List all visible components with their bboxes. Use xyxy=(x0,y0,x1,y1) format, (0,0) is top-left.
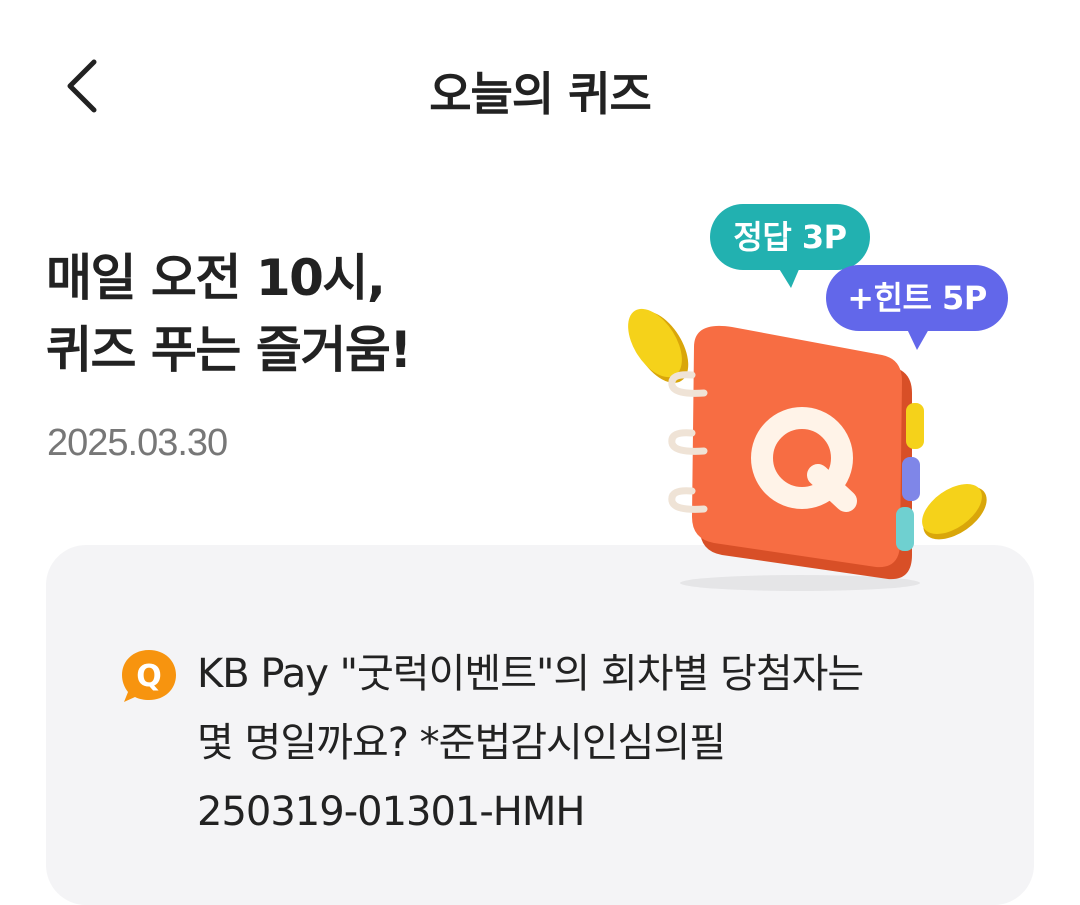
headline-line-2: 퀴즈 푸는 즐거움! xyxy=(46,321,412,379)
header: 오늘의 퀴즈 xyxy=(0,0,1080,170)
coin-left-icon xyxy=(628,308,689,383)
question-line-3: 250319-01301-HMH xyxy=(197,789,585,835)
question-line-2: 몇 명일까요? *준법감시인심의필 xyxy=(197,720,726,766)
question-q-letter: Q xyxy=(136,659,162,694)
coin-right-icon xyxy=(922,484,987,540)
headline: 매일 오전 10시, 퀴즈 푸는 즐거움! xyxy=(46,242,412,386)
question-q-icon: Q xyxy=(120,648,178,704)
headline-line-1: 매일 오전 10시, xyxy=(46,249,386,307)
quiz-book-icon xyxy=(668,325,924,580)
question-line-1: KB Pay "굿럭이벤트"의 회차별 당첨자는 xyxy=(197,651,864,697)
quiz-illustration: 정답 3P +힌트 5P xyxy=(600,195,1060,595)
hint-points-bubble: +힌트 5P xyxy=(826,265,1008,331)
question-text: KB Pay "굿럭이벤트"의 회차별 당첨자는 몇 명일까요? *준법감시인심… xyxy=(197,640,997,847)
quiz-date: 2025.03.30 xyxy=(47,422,228,464)
answer-points-bubble: 정답 3P xyxy=(710,204,870,270)
page-title: 오늘의 퀴즈 xyxy=(429,67,652,121)
